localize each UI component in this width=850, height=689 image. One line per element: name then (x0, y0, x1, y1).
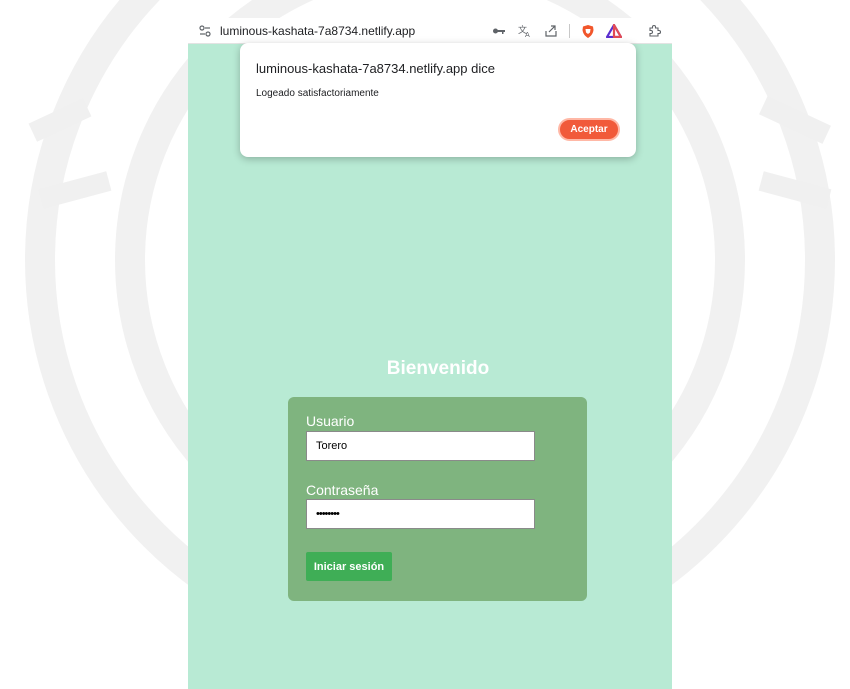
site-info-icon[interactable] (198, 24, 212, 38)
alert-dialog: luminous-kashata-7a8734.netlify.app dice… (240, 43, 636, 157)
address-bar[interactable]: luminous-kashata-7a8734.netlify.app 文 A (188, 18, 672, 44)
address-bar-actions: 文 A (491, 18, 672, 44)
username-input[interactable]: Torero (306, 431, 535, 461)
alert-title: luminous-kashata-7a8734.netlify.app dice (256, 61, 495, 76)
page: luminous-kashata-7a8734.netlify.app 文 A (0, 0, 850, 689)
login-button[interactable]: Iniciar sesión (306, 552, 392, 581)
toolbar-separator (569, 24, 570, 38)
extensions-icon[interactable] (646, 23, 662, 39)
password-input[interactable]: •••••••• (306, 499, 535, 529)
alert-accept-button[interactable]: Aceptar (558, 118, 620, 141)
key-icon[interactable] (491, 23, 507, 39)
login-card: Usuario Torero Contraseña •••••••• Inici… (288, 397, 587, 601)
brave-shields-icon[interactable] (580, 23, 596, 39)
username-label: Usuario (306, 413, 355, 429)
password-label: Contraseña (306, 482, 379, 498)
brave-rewards-icon[interactable] (606, 23, 622, 39)
welcome-heading: Bienvenido (386, 358, 490, 379)
translate-icon[interactable]: 文 A (517, 23, 533, 39)
url-text[interactable]: luminous-kashata-7a8734.netlify.app (220, 24, 415, 38)
browser-window: luminous-kashata-7a8734.netlify.app 文 A (188, 18, 672, 689)
alert-message: Logeado satisfactoriamente (256, 88, 379, 99)
share-icon[interactable] (543, 23, 559, 39)
svg-text:A: A (525, 31, 530, 38)
